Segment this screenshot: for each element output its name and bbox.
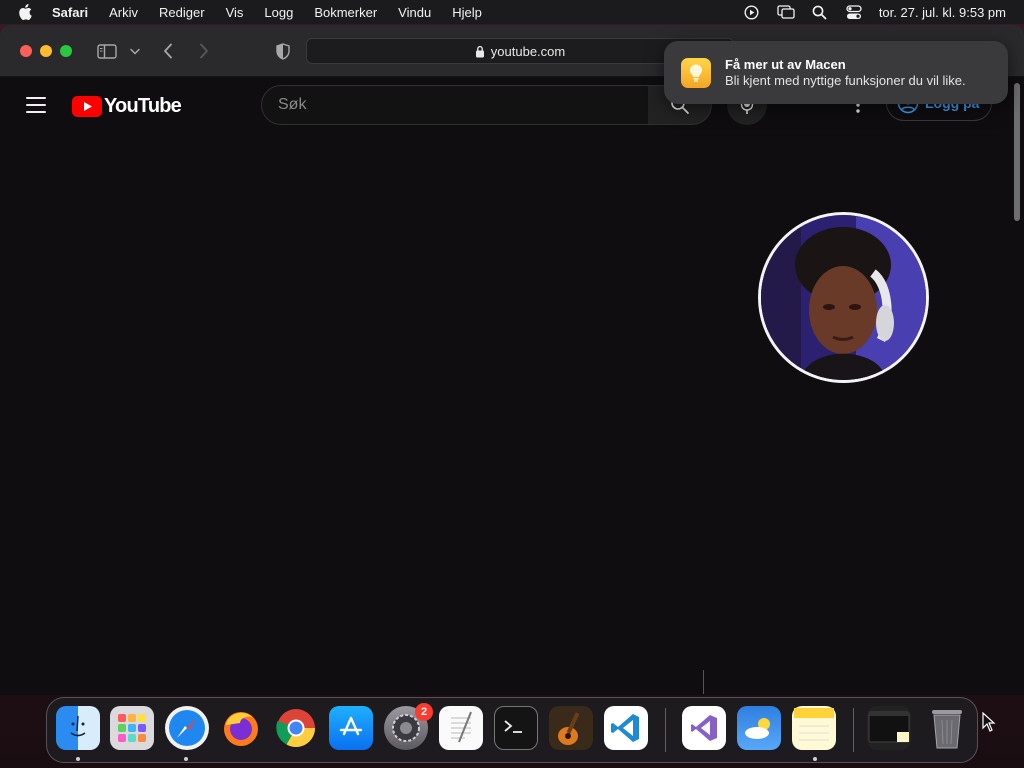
menu-logg[interactable]: Logg bbox=[264, 5, 293, 20]
menu-hamburger-icon[interactable] bbox=[26, 97, 46, 113]
chrome-icon[interactable] bbox=[274, 706, 318, 750]
chevron-down-icon[interactable] bbox=[129, 41, 141, 61]
weather-icon[interactable] bbox=[737, 706, 781, 750]
minimize-window-button[interactable] bbox=[40, 45, 52, 57]
menu-vis[interactable]: Vis bbox=[226, 5, 244, 20]
webcam-person-image bbox=[761, 215, 926, 380]
lightbulb-icon bbox=[681, 57, 711, 88]
menu-app-name[interactable]: Safari bbox=[52, 5, 88, 20]
safari-icon[interactable] bbox=[165, 706, 209, 750]
notes-icon[interactable] bbox=[792, 706, 836, 750]
youtube-logo-text: YouTube bbox=[104, 95, 182, 117]
notification-title: Få mer ut av Macen bbox=[725, 56, 846, 72]
trash-icon[interactable] bbox=[925, 706, 969, 750]
menu-rediger[interactable]: Rediger bbox=[159, 5, 205, 20]
visual-studio-icon[interactable] bbox=[682, 706, 726, 750]
youtube-logo[interactable]: YouTube bbox=[72, 95, 182, 118]
scrollbar-thumb[interactable] bbox=[1014, 83, 1020, 221]
terminal-icon[interactable] bbox=[494, 706, 538, 750]
privacy-shield-icon[interactable] bbox=[274, 41, 292, 61]
garageband-icon[interactable] bbox=[549, 706, 593, 750]
dock-separator-2 bbox=[853, 708, 854, 752]
back-icon[interactable] bbox=[160, 41, 176, 61]
forward-icon[interactable] bbox=[196, 41, 212, 61]
safari-running-dot bbox=[184, 757, 188, 761]
page-divider bbox=[703, 670, 704, 694]
menu-arkiv[interactable]: Arkiv bbox=[109, 5, 138, 20]
dock-separator bbox=[665, 708, 666, 752]
window-preview-icon[interactable] bbox=[867, 706, 911, 750]
control-center-icon[interactable] bbox=[845, 4, 863, 20]
menu-vindu[interactable]: Vindu bbox=[398, 5, 431, 20]
webcam-overlay[interactable] bbox=[758, 212, 929, 383]
system-settings-badge: 2 bbox=[415, 703, 433, 721]
finder-running-dot bbox=[76, 757, 80, 761]
safari-window: youtube.com YouTube Søk bbox=[0, 25, 1024, 695]
page-scrollbar[interactable] bbox=[1010, 77, 1024, 695]
finder-icon[interactable] bbox=[56, 706, 100, 750]
launchpad-icon[interactable] bbox=[110, 706, 154, 750]
screen-record-icon[interactable] bbox=[743, 4, 761, 20]
search-field[interactable] bbox=[261, 85, 649, 125]
notification-banner[interactable]: Få mer ut av Macen Bli kjent med nyttige… bbox=[664, 41, 1008, 104]
weather-running-dot bbox=[813, 757, 817, 761]
app-store-icon[interactable] bbox=[329, 706, 373, 750]
menu-bokmerker[interactable]: Bokmerker bbox=[314, 5, 377, 20]
apple-menu-icon[interactable] bbox=[18, 4, 34, 20]
menubar-clock[interactable]: tor. 27. jul. kl. 9:53 pm bbox=[879, 5, 1006, 20]
search-input[interactable] bbox=[278, 96, 648, 114]
sidebar-icon[interactable] bbox=[97, 41, 117, 61]
dock: 2 bbox=[46, 697, 978, 763]
address-url: youtube.com bbox=[490, 43, 566, 59]
menu-hjelp[interactable]: Hjelp bbox=[452, 5, 482, 20]
spotlight-search-icon[interactable] bbox=[811, 4, 829, 20]
youtube-play-icon bbox=[72, 96, 102, 117]
mouse-cursor-icon bbox=[982, 711, 996, 737]
youtube-page: YouTube Logg på bbox=[0, 77, 1010, 695]
firefox-icon[interactable] bbox=[219, 706, 263, 750]
textedit-icon[interactable] bbox=[439, 706, 483, 750]
lock-icon bbox=[475, 45, 485, 58]
vscode-icon[interactable] bbox=[604, 706, 648, 750]
menu-bar: Safari Arkiv Rediger Vis Logg Bokmerker … bbox=[0, 0, 1024, 24]
window-controls bbox=[20, 45, 72, 57]
maximize-window-button[interactable] bbox=[60, 45, 72, 57]
close-window-button[interactable] bbox=[20, 45, 32, 57]
screen-mirroring-icon[interactable] bbox=[777, 4, 795, 20]
notification-body: Bli kjent med nyttige funksjoner du vil … bbox=[725, 72, 966, 88]
